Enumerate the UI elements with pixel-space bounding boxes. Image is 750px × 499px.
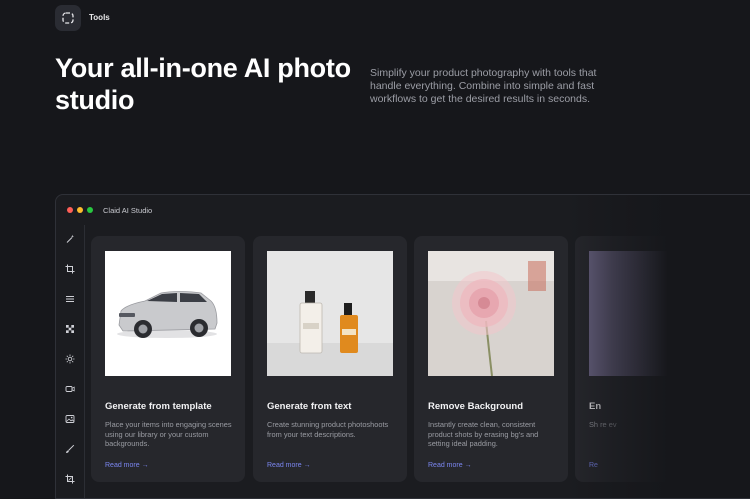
read-more-link[interactable]: Read more →	[428, 462, 472, 469]
checkerboard-icon	[66, 325, 74, 333]
app-window: Claid AI Studio Generate from template P…	[55, 194, 750, 499]
sidebar-item-crop[interactable]	[56, 262, 84, 276]
brush-icon	[66, 444, 75, 453]
sidebar-item-camera[interactable]	[56, 382, 84, 396]
tool-sidebar	[56, 225, 85, 498]
card-title: En	[589, 401, 602, 412]
tools-logo[interactable]	[55, 5, 81, 31]
car-product-image	[105, 251, 231, 376]
card-description: Place your items into engaging scenes us…	[105, 420, 232, 448]
card-description: Create stunning product photoshoots from…	[267, 420, 389, 439]
sun-icon	[65, 354, 75, 364]
crop-icon	[65, 264, 75, 274]
card-enhance[interactable]: En Sh re ev Re	[575, 236, 729, 482]
layers-icon	[66, 296, 74, 302]
hero-description: Simplify your product photography with t…	[370, 67, 597, 105]
sidebar-item-brush[interactable]	[56, 442, 84, 456]
read-more-link[interactable]: Read more →	[105, 462, 149, 469]
page-title: Your all-in-one AI photo studio	[55, 53, 351, 115]
sidebar-item-transparency[interactable]	[56, 322, 84, 336]
read-more-link[interactable]: Re	[589, 462, 598, 469]
sidebar-item-resize[interactable]	[56, 472, 84, 486]
close-window-dot[interactable]	[67, 207, 73, 213]
sidebar-item-layers[interactable]	[56, 292, 84, 306]
card-description: Sh re ev	[589, 420, 617, 429]
window-title: Claid AI Studio	[103, 205, 153, 215]
magic-wand-icon	[66, 234, 75, 243]
resize-icon	[65, 474, 75, 484]
image-icon	[65, 415, 75, 423]
focus-frame-icon	[62, 12, 74, 24]
flower-product-image	[428, 251, 554, 376]
tools-label[interactable]: Tools	[89, 13, 110, 22]
card-title: Generate from template	[105, 401, 212, 412]
camera-icon	[65, 386, 75, 392]
sidebar-item-magic[interactable]	[56, 232, 84, 246]
card-title: Remove Background	[428, 401, 524, 412]
card-generate-from-text[interactable]: Generate from text Create stunning produ…	[253, 236, 407, 482]
sidebar-item-image[interactable]	[56, 412, 84, 426]
window-titlebar: Claid AI Studio	[56, 195, 750, 225]
card-remove-background[interactable]: Remove Background Instantly create clean…	[414, 236, 568, 482]
card-generate-from-template[interactable]: Generate from template Place your items …	[91, 236, 245, 482]
maximize-window-dot[interactable]	[87, 207, 93, 213]
enhance-product-image	[589, 251, 715, 376]
cosmetics-product-image	[267, 251, 393, 376]
card-description: Instantly create clean, consistent produ…	[428, 420, 539, 448]
minimize-window-dot[interactable]	[77, 207, 83, 213]
sidebar-item-light[interactable]	[56, 352, 84, 366]
card-title: Generate from text	[267, 401, 352, 412]
read-more-link[interactable]: Read more →	[267, 462, 311, 469]
